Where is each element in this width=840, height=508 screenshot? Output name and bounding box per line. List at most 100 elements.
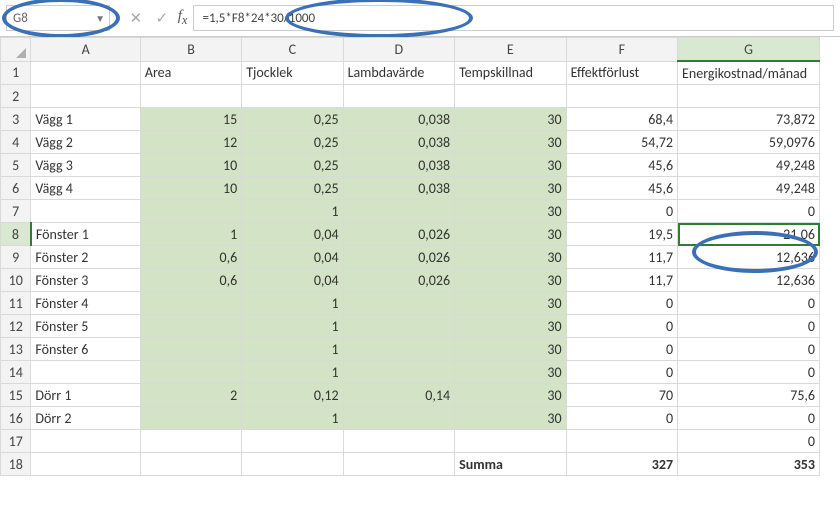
cell-B12[interactable] xyxy=(140,315,241,338)
cell-D3[interactable]: 0,038 xyxy=(343,108,454,131)
cell-C5[interactable]: 0,25 xyxy=(242,154,343,177)
cell-D12[interactable] xyxy=(343,315,454,338)
cell-F1[interactable]: Effektförlust xyxy=(566,61,677,85)
cell-F10[interactable]: 11,7 xyxy=(566,269,677,292)
cancel-icon[interactable]: ✕ xyxy=(126,9,146,28)
cell-F18[interactable]: 327 xyxy=(566,453,677,476)
cell-A4[interactable]: Vägg 2 xyxy=(31,131,140,154)
cell-F15[interactable]: 70 xyxy=(566,384,677,407)
row-header[interactable]: 1 xyxy=(1,61,31,85)
cell-B18[interactable] xyxy=(140,453,241,476)
cell-D16[interactable] xyxy=(343,407,454,430)
cell-F12[interactable]: 0 xyxy=(566,315,677,338)
cell-F6[interactable]: 45,6 xyxy=(566,177,677,200)
cell-A9[interactable]: Fönster 2 xyxy=(31,246,140,269)
row-header[interactable]: 16 xyxy=(1,407,31,430)
cell-C9[interactable]: 0,04 xyxy=(242,246,343,269)
chevron-down-icon[interactable]: ▼ xyxy=(95,12,105,25)
cell-F4[interactable]: 54,72 xyxy=(566,131,677,154)
cell-F8[interactable]: 19,5 xyxy=(566,223,677,246)
column-header-F[interactable]: F xyxy=(566,38,677,62)
cell-B6[interactable]: 10 xyxy=(140,177,241,200)
cell-E7[interactable]: 30 xyxy=(455,200,566,223)
cell-C12[interactable]: 1 xyxy=(242,315,343,338)
row-header[interactable]: 15 xyxy=(1,384,31,407)
cell-G6[interactable]: 49,248 xyxy=(678,177,820,200)
confirm-icon[interactable]: ✓ xyxy=(152,9,172,28)
cell-A18[interactable] xyxy=(31,453,140,476)
cell-F9[interactable]: 11,7 xyxy=(566,246,677,269)
cell-F13[interactable]: 0 xyxy=(566,338,677,361)
cell-A11[interactable]: Fönster 4 xyxy=(31,292,140,315)
cell-C10[interactable]: 0,04 xyxy=(242,269,343,292)
cell-D8[interactable]: 0,026 xyxy=(343,223,454,246)
cell-E15[interactable]: 30 xyxy=(455,384,566,407)
cell-G11[interactable]: 0 xyxy=(678,292,820,315)
select-all-corner[interactable] xyxy=(1,38,31,62)
cell-F2[interactable] xyxy=(566,85,677,108)
cell-C6[interactable]: 0,25 xyxy=(242,177,343,200)
row-header[interactable]: 8 xyxy=(1,223,31,246)
cell-C16[interactable]: 1 xyxy=(242,407,343,430)
cell-E5[interactable]: 30 xyxy=(455,154,566,177)
cell-G4[interactable]: 59,0976 xyxy=(678,131,820,154)
row-header[interactable]: 7 xyxy=(1,200,31,223)
cell-G18[interactable]: 353 xyxy=(678,453,820,476)
column-header-D[interactable]: D xyxy=(343,38,454,62)
cell-E13[interactable]: 30 xyxy=(455,338,566,361)
cell-E1[interactable]: Tempskillnad xyxy=(455,61,566,85)
cell-F16[interactable]: 0 xyxy=(566,407,677,430)
cell-D5[interactable]: 0,038 xyxy=(343,154,454,177)
cell-B3[interactable]: 15 xyxy=(140,108,241,131)
cell-C8[interactable]: 0,04 xyxy=(242,223,343,246)
cell-G10[interactable]: 12,636 xyxy=(678,269,820,292)
cell-D4[interactable]: 0,038 xyxy=(343,131,454,154)
cell-C4[interactable]: 0,25 xyxy=(242,131,343,154)
cell-B8[interactable]: 1 xyxy=(140,223,241,246)
row-header[interactable]: 14 xyxy=(1,361,31,384)
cell-E17[interactable] xyxy=(455,430,566,453)
cell-C3[interactable]: 0,25 xyxy=(242,108,343,131)
cell-G1[interactable]: Energikostnad/månad xyxy=(678,61,820,85)
cell-A15[interactable]: Dörr 1 xyxy=(31,384,140,407)
cell-A17[interactable] xyxy=(31,430,140,453)
column-header-C[interactable]: C xyxy=(242,38,343,62)
cell-G2[interactable] xyxy=(678,85,820,108)
cell-B11[interactable] xyxy=(140,292,241,315)
cell-D9[interactable]: 0,026 xyxy=(343,246,454,269)
cell-G7[interactable]: 0 xyxy=(678,200,820,223)
cell-A5[interactable]: Vägg 3 xyxy=(31,154,140,177)
cell-G9[interactable]: 12,636 xyxy=(678,246,820,269)
cell-F3[interactable]: 68,4 xyxy=(566,108,677,131)
cell-E18[interactable]: Summa xyxy=(455,453,566,476)
cell-B15[interactable]: 2 xyxy=(140,384,241,407)
column-header-E[interactable]: E xyxy=(455,38,566,62)
cell-B5[interactable]: 10 xyxy=(140,154,241,177)
cell-A14[interactable] xyxy=(31,361,140,384)
column-header-B[interactable]: B xyxy=(140,38,241,62)
cell-A3[interactable]: Vägg 1 xyxy=(31,108,140,131)
cell-D2[interactable] xyxy=(343,85,454,108)
cell-D13[interactable] xyxy=(343,338,454,361)
cell-B17[interactable] xyxy=(140,430,241,453)
cell-A2[interactable] xyxy=(31,85,140,108)
cell-B7[interactable] xyxy=(140,200,241,223)
cell-B10[interactable]: 0,6 xyxy=(140,269,241,292)
row-header[interactable]: 5 xyxy=(1,154,31,177)
spreadsheet-grid[interactable]: ABCDEFG 1AreaTjocklekLambdavärdeTempskil… xyxy=(0,37,820,476)
cell-D10[interactable]: 0,026 xyxy=(343,269,454,292)
row-header[interactable]: 2 xyxy=(1,85,31,108)
cell-F14[interactable]: 0 xyxy=(566,361,677,384)
row-header[interactable]: 4 xyxy=(1,131,31,154)
cell-C2[interactable] xyxy=(242,85,343,108)
cell-E2[interactable] xyxy=(455,85,566,108)
cell-G16[interactable]: 0 xyxy=(678,407,820,430)
cell-C7[interactable]: 1 xyxy=(242,200,343,223)
cell-D1[interactable]: Lambdavärde xyxy=(343,61,454,85)
row-header[interactable]: 11 xyxy=(1,292,31,315)
cell-C17[interactable] xyxy=(242,430,343,453)
cell-E10[interactable]: 30 xyxy=(455,269,566,292)
cell-E4[interactable]: 30 xyxy=(455,131,566,154)
cell-D18[interactable] xyxy=(343,453,454,476)
fx-icon[interactable]: fx xyxy=(178,8,188,28)
